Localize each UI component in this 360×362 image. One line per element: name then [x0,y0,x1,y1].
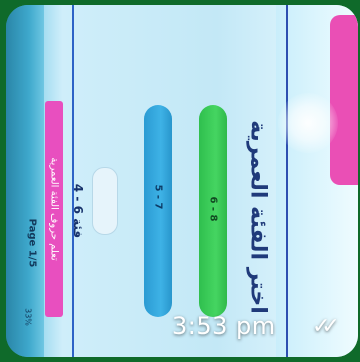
progress-percent: 33% [23,308,33,326]
left-toolbar-rail [6,5,44,357]
age-option-label-green: 6 - 8 [207,196,219,222]
page-heading: اختر الفئة العمرية [245,120,271,314]
age-option-label-blue: 5 - 7 [152,184,164,210]
message-timestamp: 3:53 pm [172,312,276,340]
double-check-icon: ✓✓ [312,314,340,339]
confirm-button[interactable] [92,167,118,235]
instruction-tag-label: تعلم حروف الفئة العمرية [48,157,60,261]
selected-category-text: فئة 6 - 4 [71,183,85,239]
screen-glare [278,93,338,153]
divider-line-left [72,5,74,357]
photo-frame: اختر الفئة العمرية 6 - 8 5 - 7 فئة 6 - 4… [6,5,358,357]
pink-side-panel[interactable] [330,15,358,185]
divider-line-right [286,5,288,357]
page-indicator: Page 1/5 [26,218,38,268]
age-option-button-blue[interactable] [144,105,172,317]
